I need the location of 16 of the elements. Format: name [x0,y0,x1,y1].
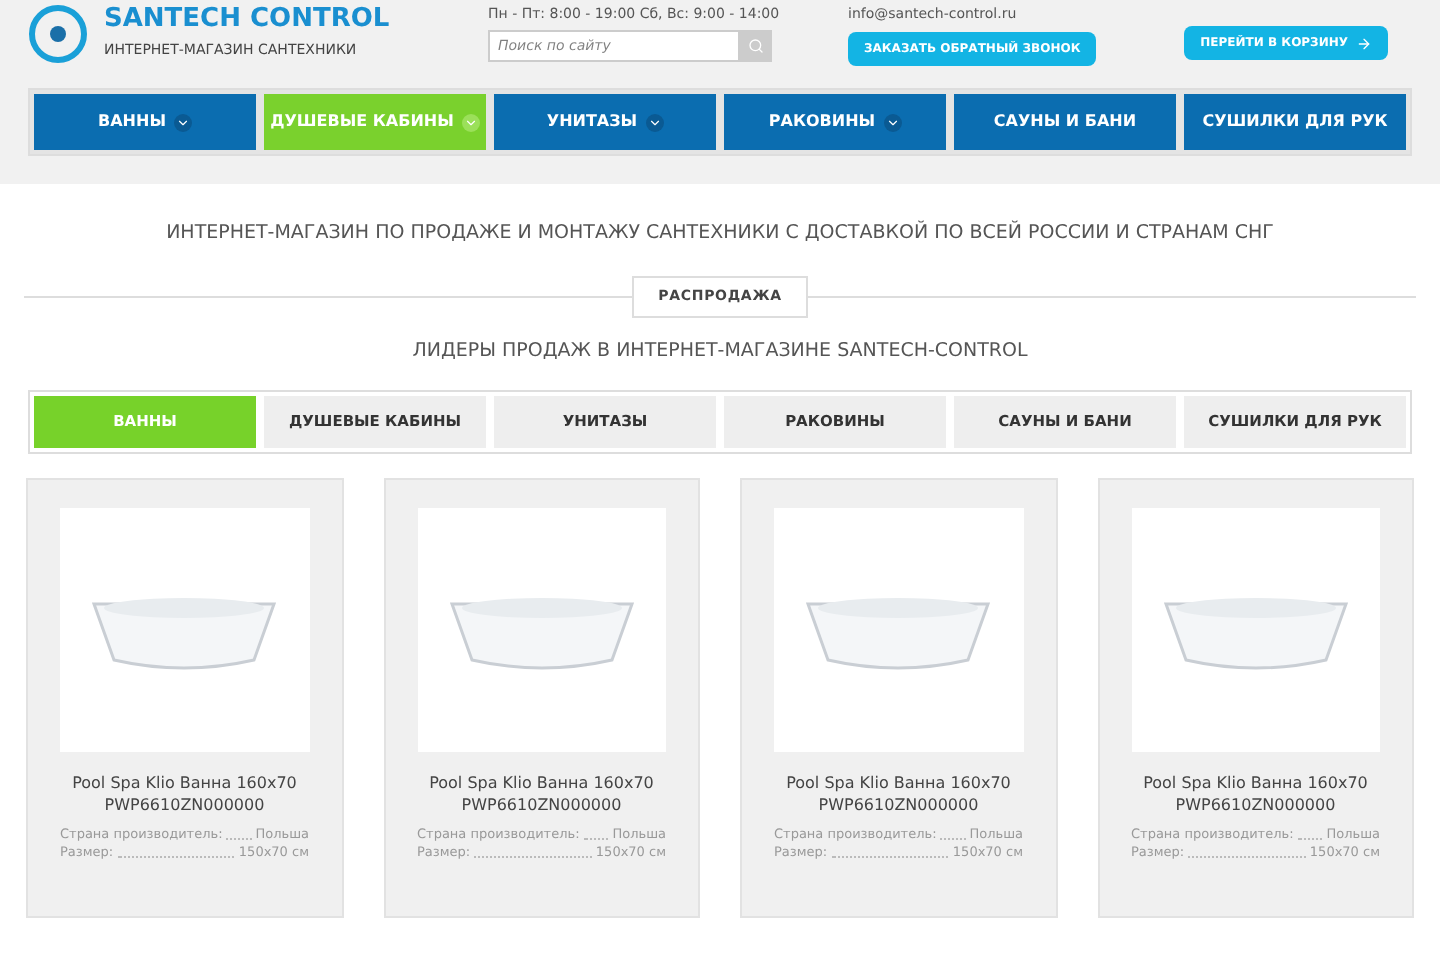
search-icon [748,37,764,53]
product-name[interactable]: Pool Spa Klio Ванна 160x70 PWP6610ZN000000 [1131,772,1380,816]
product-name[interactable]: Pool Spa Klio Ванна 160x70 PWP6610ZN000000 [417,772,666,816]
logo-text: SANTECH CONTROL [104,6,390,33]
product-name[interactable]: Pool Spa Klio Ванна 160x70 PWP6610ZN000000 [774,772,1023,816]
nav-item[interactable]: РАКОВИНЫ [724,94,946,150]
nav-item[interactable]: САУНЫ И БАНИ [954,94,1176,150]
search-button[interactable] [740,29,772,61]
logo-icon [28,4,88,64]
section-title: ЛИДЕРЫ ПРОДАЖ В ИНТЕРНЕТ-МАГАЗИНЕ SANTECH-CONTROL [410,337,1030,366]
intro-text: ИНТЕРНЕТ-МАГАЗИН ПО ПРОДАЖЕ И МОНТАЖУ САНТЕХНИКИ С ДОСТАВКОЙ ПО ВСЕЙ РОССИИ И СТРАНАМ СНГ [164,220,1276,248]
nav-item[interactable]: УНИТАЗЫ [494,94,716,150]
nav-item[interactable]: ВАННЫ [34,94,256,150]
arrow-icon [1356,35,1372,51]
product-name[interactable]: Pool Spa Klio Ванна 160x70 PWP6610ZN000000 [60,772,309,816]
nav-item[interactable]: СУШИЛКИ ДЛЯ РУК [1184,94,1406,150]
